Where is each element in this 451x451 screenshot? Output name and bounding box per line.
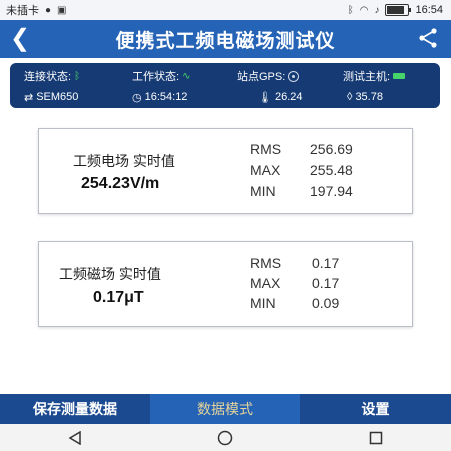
bluetooth-connected-icon: ᛒ [74,70,81,82]
magnetic-field-stats: RMS 0.17 MAX 0.17 MIN 0.09 [250,253,339,313]
battery-icon [385,4,412,16]
magnetic-field-card: 工频磁场 实时值 0.17μT RMS 0.17 MAX 0.17 MIN 0.… [38,241,413,327]
work-status: 工作状态: ∿ [132,66,190,86]
device-model-text: SEM650 [36,91,79,103]
back-icon[interactable]: ❮ [10,24,30,53]
stat-row: MAX 255.48 [250,160,353,181]
stat-label: RMS [250,255,282,271]
stat-row: RMS 0.17 [250,253,339,273]
electric-field-card: 工频电场 实时值 254.23V/m RMS 256.69 MAX 255.48… [38,128,413,214]
stat-label: MIN [250,183,276,199]
gps-target-icon [288,70,300,82]
gps-status: 站点GPS: [237,66,300,86]
system-nav-bar [0,424,451,451]
device-icon: ⇄ [24,91,34,104]
nav-back-icon[interactable] [63,429,87,447]
share-icon[interactable] [417,27,439,49]
clock-text: 16:54 [415,4,443,16]
stat-row: MAX 0.17 [250,273,339,293]
magnetic-field-name: 工频磁场 实时值 [59,266,161,282]
bottom-tab-bar: 保存测量数据 数据模式 设置 [0,394,451,424]
stat-row: MIN 0.09 [250,293,339,313]
droplet-icon: ◊ [347,91,353,103]
settings-button[interactable]: 设置 [300,394,451,424]
gallery-icon: ▣ [57,4,67,16]
magnetic-field-value: 0.17μT [93,289,144,306]
stat-value: 0.17 [312,255,340,271]
carrier-text: 未插卡 [6,5,39,17]
gps-label: 站点GPS: [237,71,286,83]
humidity-text: 35.78 [355,91,383,103]
nav-home-icon[interactable] [213,429,237,447]
device-info-panel: 连接状态: ᛒ 工作状态: ∿ 站点GPS: 测试主机: ⇄ SEM650 ◷ … [10,63,440,108]
thermometer-icon: 🌡 [258,91,272,104]
host-status: 测试主机: [343,66,406,86]
stat-row: RMS 256.69 [250,139,353,160]
stat-value: 256.69 [310,141,353,157]
stat-label: RMS [250,141,282,157]
connection-status: 连接状态: ᛒ [24,66,80,86]
device-clock: ◷ 16:54:12 [132,87,187,107]
data-mode-tab[interactable]: 数据模式 [150,394,300,424]
stat-value: 255.48 [310,162,353,178]
temperature-text: 26.24 [274,91,303,103]
electric-field-stats: RMS 256.69 MAX 255.48 MIN 197.94 [250,139,353,202]
electric-field-value: 254.23V/m [81,175,160,192]
notification-icon: ● [45,4,52,16]
stat-label: MIN [250,295,276,311]
electric-field-name: 工频电场 实时值 [73,153,175,169]
stat-value: 0.17 [312,275,340,291]
host-label: 测试主机: [343,71,391,83]
temperature: 🌡 26.24 [258,87,303,107]
mute-icon: ♪ [374,4,380,16]
stat-label: MAX [250,162,281,178]
device-clock-text: 16:54:12 [144,91,188,103]
nav-recent-icon[interactable] [364,429,388,447]
stat-row: MIN 197.94 [250,181,353,202]
stat-label: MAX [250,275,281,291]
stat-value: 197.94 [310,183,353,199]
clock-icon: ◷ [132,91,142,104]
bluetooth-icon: ᛒ [347,4,354,16]
activity-wave-icon: ∿ [182,70,191,82]
host-battery-icon [393,73,406,79]
work-label: 工作状态: [132,71,180,83]
status-bar: 未插卡 ● ▣ ᛒ ◠ ♪ 16:54 [0,0,451,20]
wifi-icon: ◠ [359,4,369,16]
connection-label: 连接状态: [24,71,72,83]
app-header: ❮ 便携式工频电磁场测试仪 [0,20,451,58]
device-model: ⇄ SEM650 [24,87,78,107]
page-title: 便携式工频电磁场测试仪 [115,30,336,52]
humidity: ◊ 35.78 [347,87,383,107]
stat-value: 0.09 [312,295,340,311]
save-data-button[interactable]: 保存测量数据 [0,394,150,424]
